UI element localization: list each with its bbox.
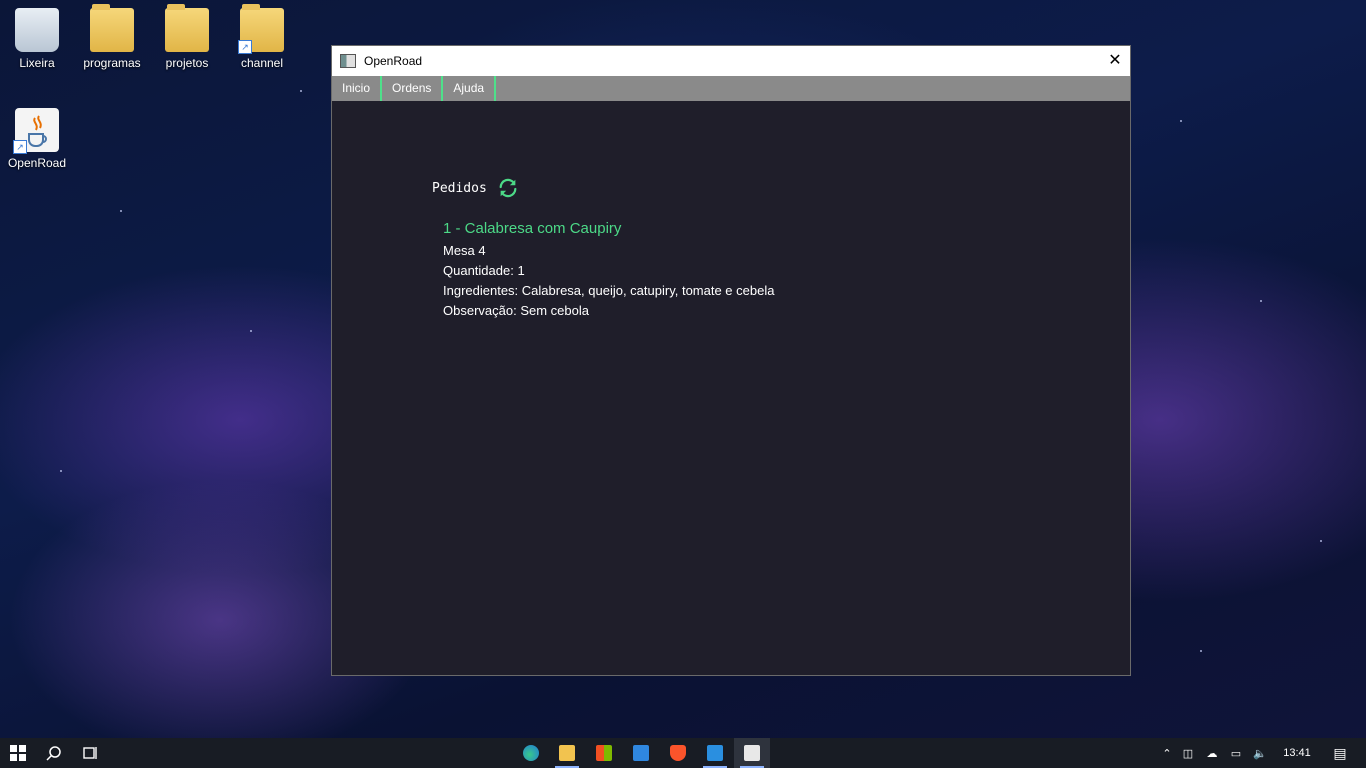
openroad-window: OpenRoad ✕ Inicio Ordens Ajuda Pedidos 1… — [331, 45, 1131, 676]
app-icon — [340, 54, 356, 68]
order-note: Observação: Sem cebola — [443, 303, 589, 318]
order-ingredients: Ingredientes: Calabresa, queijo, catupir… — [443, 283, 775, 298]
mail-icon — [633, 745, 649, 761]
task-view-icon — [83, 747, 97, 759]
taskbar-store[interactable] — [586, 738, 622, 768]
order-table: Mesa 4 — [443, 243, 486, 258]
chevron-up-icon[interactable]: ⌃ — [1158, 747, 1176, 760]
desktop-icon-channel[interactable]: ↗ channel — [227, 4, 297, 70]
order-quantity: Quantidade: 1 — [443, 263, 525, 278]
order-title: 1 - Calabresa com Caupiry — [443, 220, 622, 237]
windows-icon — [10, 745, 26, 761]
system-tray: ⌃ ◫ ☁ ▭ 🔈 13:41 ▤ — [1158, 738, 1358, 768]
java-icon — [744, 745, 760, 761]
start-button[interactable] — [0, 738, 36, 768]
desktop-icon-label: Lixeira — [19, 56, 55, 70]
clock[interactable]: 13:41 — [1272, 747, 1322, 759]
folder-icon — [165, 4, 209, 52]
edge-icon — [523, 745, 539, 761]
taskbar: ⌃ ◫ ☁ ▭ 🔈 13:41 ▤ — [0, 738, 1366, 768]
folder-shortcut-icon: ↗ — [238, 4, 284, 54]
menu-item-ordens[interactable]: Ordens — [382, 76, 444, 101]
meet-now-icon[interactable]: ◫ — [1176, 747, 1200, 760]
shortcut-arrow-icon: ↗ — [13, 140, 27, 154]
desktop-icon-label: channel — [240, 56, 284, 70]
taskbar-vscode[interactable] — [697, 738, 733, 768]
taskbar-edge[interactable] — [513, 738, 549, 768]
recycle-bin-icon — [15, 8, 59, 52]
onedrive-icon[interactable]: ☁ — [1200, 747, 1224, 760]
search-icon — [46, 746, 61, 761]
title-bar[interactable]: OpenRoad ✕ — [332, 46, 1130, 76]
section-header: Pedidos — [432, 177, 519, 199]
taskbar-java-app[interactable] — [734, 738, 770, 768]
vscode-icon — [707, 745, 723, 761]
folder-icon — [90, 4, 134, 52]
taskbar-file-explorer[interactable] — [549, 738, 585, 768]
desktop-icon-label: programas — [83, 56, 141, 70]
close-button[interactable]: ✕ — [1100, 46, 1130, 76]
taskbar-brave[interactable] — [660, 738, 696, 768]
taskbar-mail[interactable] — [623, 738, 659, 768]
shortcut-arrow-icon: ↗ — [238, 40, 252, 54]
volume-icon[interactable]: 🔈 — [1248, 747, 1272, 760]
desktop-icon-projetos[interactable]: projetos — [152, 4, 222, 70]
brave-icon — [670, 745, 686, 761]
desktop-icon-openroad[interactable]: ↗ OpenRoad — [2, 108, 72, 170]
section-title: Pedidos — [432, 180, 487, 196]
refresh-icon[interactable] — [497, 177, 519, 199]
main-content: Pedidos 1 - Calabresa com Caupiry Mesa 4… — [332, 101, 1130, 675]
java-icon: ↗ — [13, 108, 59, 154]
search-button[interactable] — [36, 738, 72, 768]
desktop-icon-recycle-bin[interactable]: Lixeira — [2, 8, 72, 70]
network-icon[interactable]: ▭ — [1224, 747, 1248, 760]
desktop-icon-label: projetos — [165, 56, 209, 70]
order-card: 1 - Calabresa com Caupiry Mesa 4 Quantid… — [443, 220, 774, 321]
desktop-icon-label: OpenRoad — [7, 156, 67, 170]
desktop-icon-programas[interactable]: programas — [77, 4, 147, 70]
task-view-button[interactable] — [72, 738, 108, 768]
menu-item-ajuda[interactable]: Ajuda — [443, 76, 497, 101]
menu-bar: Inicio Ordens Ajuda — [332, 76, 1130, 101]
window-title: OpenRoad — [364, 54, 423, 68]
store-icon — [596, 745, 612, 761]
menu-item-inicio[interactable]: Inicio — [332, 76, 383, 101]
notification-icon[interactable]: ▤ — [1322, 745, 1358, 762]
file-explorer-icon — [559, 745, 575, 761]
